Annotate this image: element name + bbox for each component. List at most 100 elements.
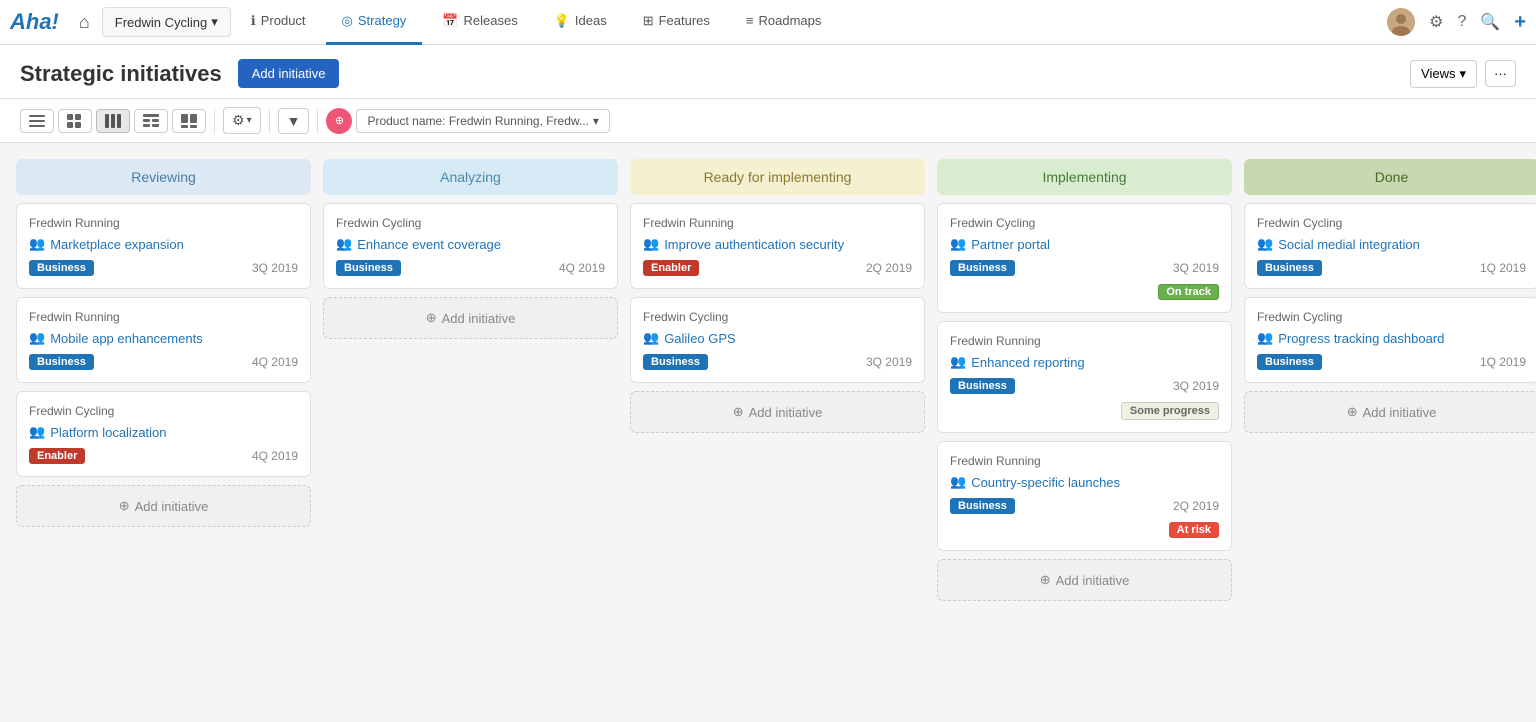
initiative-icon: 👥 — [950, 474, 966, 490]
add-initiative-done[interactable]: ⊕ Add initiative — [1244, 391, 1536, 433]
card-date: 4Q 2019 — [252, 449, 298, 463]
caret-down-icon: ▾ — [211, 14, 218, 30]
card-tag: Business — [950, 260, 1015, 276]
card-date: 1Q 2019 — [1480, 261, 1526, 275]
card-title[interactable]: Country-specific launches — [971, 475, 1120, 490]
view-board-button[interactable] — [96, 109, 130, 133]
view-grid-button[interactable] — [58, 109, 92, 133]
initiative-icon: 👥 — [1257, 330, 1273, 346]
tab-strategy[interactable]: ◎ Strategy — [326, 0, 423, 45]
board-view-icon — [105, 114, 121, 128]
grid-view-icon — [67, 114, 83, 128]
initiative-icon: 👥 — [29, 424, 45, 440]
workspace-filter-label: Product name: Fredwin Running, Fredw... — [367, 114, 588, 128]
add-initiative-reviewing[interactable]: ⊕ Add initiative — [16, 485, 311, 527]
card-title[interactable]: Enhanced reporting — [971, 355, 1084, 370]
card-title[interactable]: Marketplace expansion — [50, 237, 184, 252]
status-badge: At risk — [1169, 522, 1219, 538]
initiative-icon: 👥 — [29, 236, 45, 252]
strategy-nav-icon: ◎ — [342, 13, 353, 29]
user-avatar[interactable] — [1387, 8, 1415, 36]
workspace-filter-button[interactable]: Product name: Fredwin Running, Fredw... … — [356, 109, 609, 133]
card-tag: Enabler — [643, 260, 699, 276]
card-workspace: Fredwin Cycling — [643, 310, 912, 324]
card-date: 2Q 2019 — [1173, 499, 1219, 513]
roadmaps-nav-icon: ≡ — [746, 13, 754, 28]
add-icon[interactable]: + — [1514, 11, 1526, 34]
card-workspace: Fredwin Cycling — [336, 216, 605, 230]
list-view-icon — [29, 114, 45, 128]
settings-icon[interactable]: ⚙ — [1429, 12, 1443, 32]
toolbar-divider-3 — [317, 109, 318, 133]
view-list-button[interactable] — [20, 109, 54, 133]
views-button[interactable]: Views ▾ — [1410, 60, 1477, 88]
card-date: 3Q 2019 — [866, 355, 912, 369]
card-workspace: Fredwin Cycling — [950, 216, 1219, 230]
initiative-icon: 👥 — [1257, 236, 1273, 252]
more-options-button[interactable]: ··· — [1485, 60, 1516, 87]
card-social-media: Fredwin Cycling 👥 Social medial integrat… — [1244, 203, 1536, 289]
filter-button[interactable]: ▼ — [278, 108, 310, 134]
card-workspace: Fredwin Running — [29, 310, 298, 324]
tab-ideas[interactable]: 💡 Ideas — [538, 0, 623, 45]
column-reviewing: Reviewing Fredwin Running 👥 Marketplace … — [16, 159, 311, 686]
card-platform-localization: Fredwin Cycling 👥 Platform localization … — [16, 391, 311, 477]
initiative-icon: 👥 — [336, 236, 352, 252]
column-header-done: Done — [1244, 159, 1536, 195]
table-view-icon — [143, 114, 159, 128]
card-title[interactable]: Social medial integration — [1278, 237, 1420, 252]
column-implementing: Implementing Fredwin Cycling 👥 Partner p… — [937, 159, 1232, 686]
card-date: 3Q 2019 — [252, 261, 298, 275]
card-title[interactable]: Platform localization — [50, 425, 166, 440]
add-initiative-button[interactable]: Add initiative — [238, 59, 340, 88]
card-workspace: Fredwin Running — [643, 216, 912, 230]
column-header-analyzing: Analyzing — [323, 159, 618, 195]
add-initiative-implementing[interactable]: ⊕ Add initiative — [937, 559, 1232, 601]
card-title[interactable]: Mobile app enhancements — [50, 331, 203, 346]
card-workspace: Fredwin Cycling — [1257, 310, 1526, 324]
product-name: Fredwin Cycling — [115, 15, 207, 30]
tab-releases[interactable]: 📅 Releases — [426, 0, 533, 45]
features-nav-icon: ⊞ — [643, 13, 654, 29]
tab-features[interactable]: ⊞ Features — [627, 0, 726, 45]
column-done: Done Fredwin Cycling 👥 Social medial int… — [1244, 159, 1536, 686]
initiative-icon: 👥 — [950, 354, 966, 370]
card-title[interactable]: Improve authentication security — [664, 237, 844, 252]
sub-header: Strategic initiatives Add initiative Vie… — [0, 45, 1536, 99]
home-button[interactable]: ⌂ — [71, 8, 98, 37]
column-header-implementing: Implementing — [937, 159, 1232, 195]
add-icon: ⊕ — [733, 404, 744, 420]
tab-product[interactable]: ℹ Product — [235, 0, 322, 45]
card-enhanced-reporting: Fredwin Running 👥 Enhanced reporting Bus… — [937, 321, 1232, 433]
card-tag: Business — [29, 260, 94, 276]
card-title[interactable]: Enhance event coverage — [357, 237, 501, 252]
product-switcher[interactable]: Fredwin Cycling ▾ — [102, 7, 231, 37]
settings-caret-icon: ▾ — [247, 115, 252, 126]
column-ready: Ready for implementing Fredwin Running 👥… — [630, 159, 925, 686]
tab-roadmaps[interactable]: ≡ Roadmaps — [730, 0, 837, 45]
initiative-icon: 👥 — [950, 236, 966, 252]
add-initiative-ready[interactable]: ⊕ Add initiative — [630, 391, 925, 433]
card-date: 1Q 2019 — [1480, 355, 1526, 369]
board: Reviewing Fredwin Running 👥 Marketplace … — [0, 143, 1536, 702]
card-date: 3Q 2019 — [1173, 379, 1219, 393]
card-title[interactable]: Partner portal — [971, 237, 1050, 252]
view-table-button[interactable] — [134, 109, 168, 133]
card-country-launches: Fredwin Running 👥 Country-specific launc… — [937, 441, 1232, 551]
add-initiative-analyzing[interactable]: ⊕ Add initiative — [323, 297, 618, 339]
card-date: 2Q 2019 — [866, 261, 912, 275]
view-cards-button[interactable] — [172, 109, 206, 133]
card-galileo: Fredwin Cycling 👥 Galileo GPS Business 3… — [630, 297, 925, 383]
workspace-icon-button[interactable]: ⊕ — [326, 108, 352, 134]
help-icon[interactable]: ? — [1457, 13, 1466, 31]
logo[interactable]: Aha! — [10, 9, 59, 35]
card-workspace: Fredwin Running — [29, 216, 298, 230]
workspace-caret-icon: ▾ — [593, 114, 599, 128]
search-icon[interactable]: 🔍 — [1480, 12, 1500, 32]
card-progress-dashboard: Fredwin Cycling 👥 Progress tracking dash… — [1244, 297, 1536, 383]
card-title[interactable]: Galileo GPS — [664, 331, 736, 346]
top-nav: Aha! ⌂ Fredwin Cycling ▾ ℹ Product ◎ Str… — [0, 0, 1536, 45]
card-title[interactable]: Progress tracking dashboard — [1278, 331, 1444, 346]
initiative-icon: 👥 — [29, 330, 45, 346]
settings-button[interactable]: ⚙ ▾ — [223, 107, 261, 134]
